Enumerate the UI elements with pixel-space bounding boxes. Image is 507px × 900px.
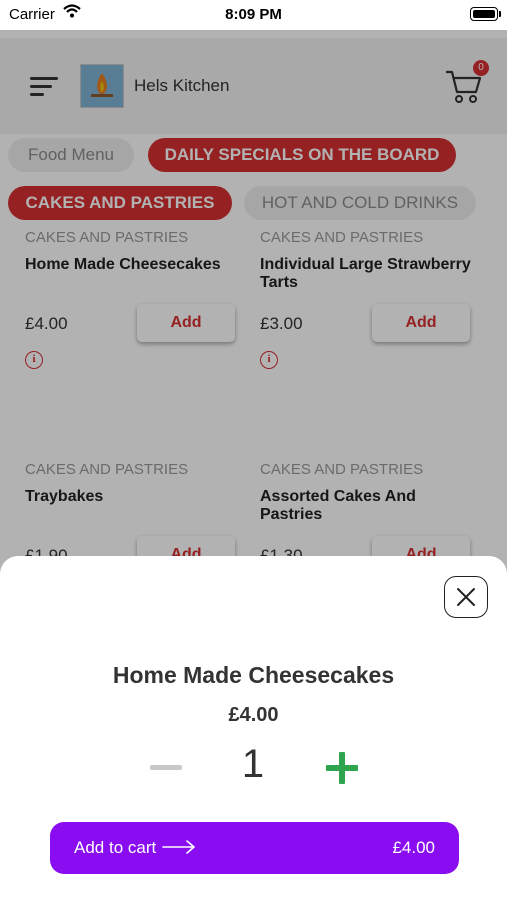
add-to-cart-total: £4.00 bbox=[392, 838, 435, 857]
minus-icon[interactable] bbox=[150, 752, 182, 782]
add-to-cart-button[interactable]: Add to cart £4.00 bbox=[50, 822, 459, 874]
battery-icon bbox=[470, 7, 498, 21]
arrow-right-icon bbox=[162, 840, 196, 859]
add-to-cart-sheet: Home Made Cheesecakes £4.00 1 Add to car… bbox=[0, 556, 507, 900]
status-bar: Carrier 8:09 PM bbox=[0, 0, 507, 30]
plus-icon[interactable] bbox=[326, 752, 358, 784]
sheet-product-price: £4.00 bbox=[228, 704, 279, 726]
clock: 8:09 PM bbox=[225, 6, 282, 23]
close-button[interactable] bbox=[444, 576, 488, 618]
battery-tip bbox=[499, 11, 501, 17]
quantity-value: 1 bbox=[241, 742, 265, 786]
add-to-cart-label: Add to cart bbox=[74, 838, 157, 857]
sheet-product-name: Home Made Cheesecakes bbox=[112, 662, 395, 688]
